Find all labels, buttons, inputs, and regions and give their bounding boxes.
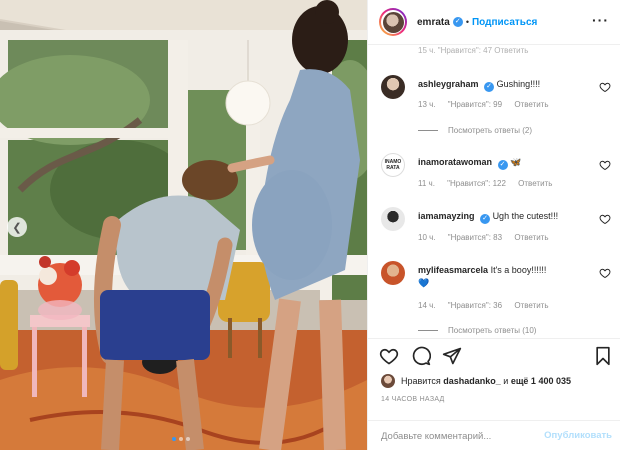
post-actions: Нравится dashadanko_ и ещё 1 400 035 14 … bbox=[368, 338, 620, 420]
avatar-logo-text: INAMO RATA bbox=[384, 159, 402, 171]
commenter-username[interactable]: ashleygraham bbox=[418, 79, 479, 89]
comment-content: Gushing!!!! bbox=[496, 79, 541, 89]
post-timestamp: 14 ЧАСОВ НАЗАД bbox=[381, 396, 445, 403]
post-side-panel: emrata ✓ • Подписаться ··· 15 ч. "Нравит… bbox=[367, 0, 620, 450]
avatar-image bbox=[382, 11, 404, 33]
comment-text: inamoratawoman ✓ 🦋 bbox=[418, 156, 593, 170]
like-heart-icon[interactable] bbox=[379, 346, 399, 366]
verified-badge-icon: ✓ bbox=[480, 214, 491, 224]
verified-badge-icon: ✓ bbox=[452, 17, 463, 27]
author-username[interactable]: emrata bbox=[417, 17, 450, 28]
comment-content-line2: 💙 bbox=[418, 278, 430, 288]
reply-button[interactable]: Ответить bbox=[514, 301, 548, 310]
comment-likes[interactable]: "Нравится": 36 bbox=[448, 301, 502, 310]
author-avatar[interactable] bbox=[379, 8, 407, 36]
view-replies-button[interactable]: Посмотреть ответы (2) bbox=[418, 126, 532, 135]
comment-content: 🦋 bbox=[510, 157, 522, 167]
carousel-prev-button[interactable]: ❮ bbox=[7, 217, 27, 237]
heart-icon[interactable] bbox=[599, 213, 611, 225]
comment-text: iamamayzing ✓ Ugh the cutest!!! bbox=[418, 210, 593, 224]
more-options-icon[interactable]: ··· bbox=[592, 13, 609, 27]
carousel-indicator bbox=[172, 437, 190, 441]
carousel-dot bbox=[172, 437, 176, 441]
comment-time: 14 ч. bbox=[418, 301, 436, 310]
heart-icon[interactable] bbox=[599, 267, 611, 279]
comment-likes[interactable]: "Нравится": 122 bbox=[447, 179, 506, 188]
verified-badge-icon: ✓ bbox=[484, 82, 495, 92]
comment-input[interactable] bbox=[381, 427, 531, 445]
header-separator: • bbox=[465, 17, 469, 27]
comment-time: 11 ч. bbox=[418, 179, 435, 188]
comment-bubble-icon[interactable] bbox=[411, 346, 431, 366]
comment-time: 10 ч. bbox=[418, 233, 436, 242]
bookmark-icon[interactable] bbox=[593, 346, 613, 366]
reply-button[interactable]: Ответить bbox=[514, 233, 548, 242]
comment-meta: 13 ч. "Нравится": 99 Ответить bbox=[418, 100, 559, 109]
heart-icon[interactable] bbox=[599, 159, 611, 171]
partial-comment-meta: 15 ч. "Нравится": 47 Ответить bbox=[418, 46, 529, 55]
comment-text: mylifeasmarcela It's a booy!!!!!! 💙 bbox=[418, 264, 593, 290]
commenter-avatar[interactable] bbox=[381, 207, 405, 231]
commenter-username[interactable]: mylifeasmarcela bbox=[418, 265, 488, 275]
verified-badge-icon: ✓ bbox=[497, 160, 508, 170]
likes-summary[interactable]: Нравится dashadanko_ и ещё 1 400 035 bbox=[381, 374, 571, 388]
share-plane-icon[interactable] bbox=[442, 346, 462, 366]
chevron-left-icon: ❮ bbox=[12, 221, 22, 234]
comments-list[interactable]: 15 ч. "Нравится": 47 Ответить ashleygrah… bbox=[368, 45, 620, 338]
post-header: emrata ✓ • Подписаться ··· bbox=[368, 0, 620, 45]
likes-prefix: Нравится bbox=[401, 376, 441, 386]
reply-button[interactable]: Ответить bbox=[518, 179, 552, 188]
reply-button[interactable]: Ответить bbox=[514, 100, 548, 109]
comment-content: It's a booy!!!!!! bbox=[490, 265, 547, 275]
comment-meta: 11 ч. "Нравится": 122 Ответить bbox=[418, 179, 562, 188]
comment-likes[interactable]: "Нравится": 83 bbox=[448, 233, 502, 242]
heart-icon[interactable] bbox=[599, 81, 611, 93]
comment-meta: 10 ч. "Нравится": 83 Ответить bbox=[418, 233, 559, 242]
photo-illustration bbox=[0, 0, 367, 450]
view-replies-button[interactable]: Посмотреть ответы (10) bbox=[418, 326, 536, 335]
post-photo[interactable]: ❮ bbox=[0, 0, 367, 450]
comment-time: 13 ч. bbox=[418, 100, 436, 109]
add-comment-bar: Опубликовать bbox=[368, 420, 620, 450]
commenter-avatar[interactable] bbox=[381, 75, 405, 99]
commenter-username[interactable]: inamoratawoman bbox=[418, 157, 492, 167]
carousel-dot bbox=[179, 437, 183, 441]
instagram-post-frame: ❮ emrata ✓ • Подписаться ··· 15 ч. "Нрав… bbox=[0, 0, 620, 450]
commenter-avatar[interactable]: INAMO RATA bbox=[381, 153, 405, 177]
comment-text: ashleygraham ✓ Gushing!!!! bbox=[418, 78, 593, 92]
comment-meta: 14 ч. "Нравится": 36 Ответить bbox=[418, 301, 559, 310]
likes-conjunction: и bbox=[503, 376, 509, 386]
comment-likes[interactable]: "Нравится": 99 bbox=[448, 100, 502, 109]
publish-button[interactable]: Опубликовать bbox=[544, 430, 612, 441]
liker-username[interactable]: dashadanko_ bbox=[443, 376, 501, 386]
commenter-avatar[interactable] bbox=[381, 261, 405, 285]
follow-button[interactable]: Подписаться bbox=[472, 17, 537, 28]
likes-count[interactable]: ещё 1 400 035 bbox=[511, 376, 571, 386]
liker-avatar bbox=[381, 374, 395, 388]
comment-content: Ugh the cutest!!! bbox=[492, 211, 559, 221]
commenter-username[interactable]: iamamayzing bbox=[418, 211, 475, 221]
carousel-dot bbox=[186, 437, 190, 441]
